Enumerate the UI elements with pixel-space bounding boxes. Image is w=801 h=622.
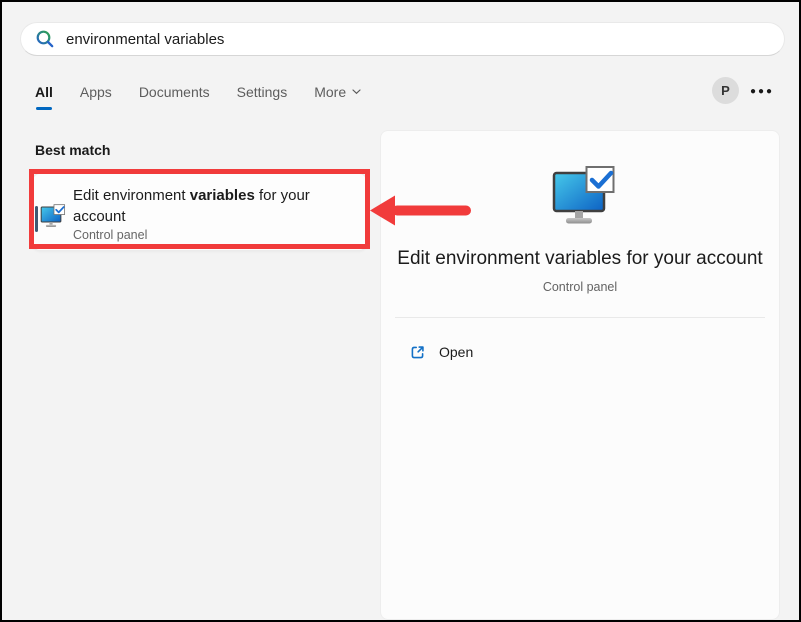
search-filter-tabs: All Apps Documents Settings More <box>35 82 361 110</box>
open-action[interactable]: Open <box>409 338 519 366</box>
tab-documents[interactable]: Documents <box>139 82 210 110</box>
environment-variables-icon-large <box>551 164 617 230</box>
open-external-icon <box>409 344 426 361</box>
tab-all[interactable]: All <box>35 82 53 110</box>
best-match-title: Edit environment variables for your acco… <box>73 185 365 227</box>
user-avatar[interactable]: P <box>712 77 739 104</box>
active-tab-underline <box>36 107 52 110</box>
preview-title: Edit environment variables for your acco… <box>381 248 779 270</box>
selection-indicator <box>35 206 38 232</box>
search-bar[interactable] <box>20 22 785 56</box>
search-icon <box>35 29 55 49</box>
tab-more[interactable]: More <box>314 82 361 110</box>
best-match-section-label: Best match <box>35 142 110 158</box>
divider <box>395 317 765 318</box>
more-options-icon[interactable]: ●●● <box>749 83 775 99</box>
windows-search-flyout: All Apps Documents Settings More P ●●● B… <box>0 0 801 622</box>
chevron-down-icon <box>352 89 361 95</box>
preview-panel: Edit environment variables for your acco… <box>380 130 780 620</box>
tab-settings[interactable]: Settings <box>237 82 288 110</box>
search-input[interactable] <box>66 31 774 48</box>
best-match-subtitle: Control panel <box>73 228 147 242</box>
tab-apps[interactable]: Apps <box>80 82 112 110</box>
open-action-label: Open <box>439 344 473 360</box>
preview-subtitle: Control panel <box>381 280 779 294</box>
environment-variables-icon <box>40 203 66 230</box>
